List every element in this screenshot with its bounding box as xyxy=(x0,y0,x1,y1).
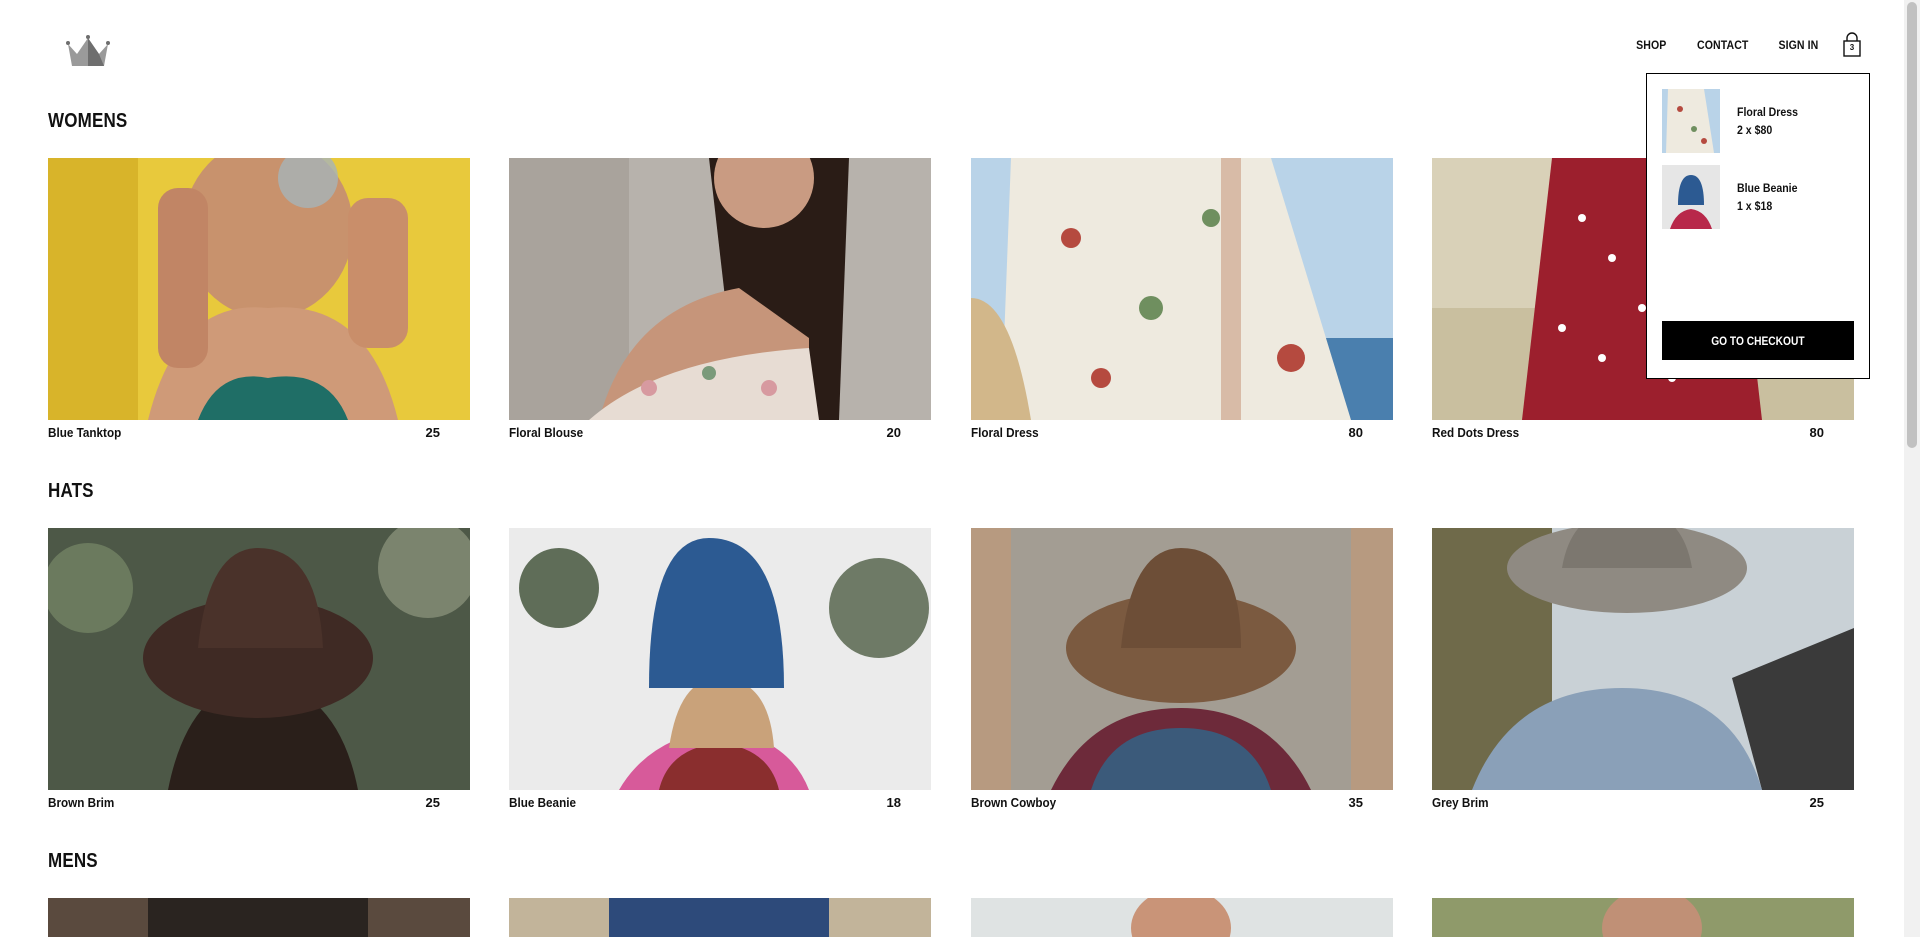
product-card[interactable] xyxy=(971,898,1393,937)
section-title-hats[interactable]: HATS xyxy=(48,480,94,503)
product-image[interactable] xyxy=(48,158,470,420)
product-price: 18 xyxy=(886,795,901,810)
page-scrollbar[interactable] xyxy=(1904,0,1920,937)
product-price: 80 xyxy=(1348,425,1363,440)
product-price: 35 xyxy=(1348,795,1363,810)
product-price: 25 xyxy=(425,795,440,810)
product-name: Brown Brim xyxy=(48,795,115,810)
crown-logo-icon[interactable] xyxy=(66,34,110,70)
header: SHOP CONTACT SIGN IN 3 xyxy=(0,0,1904,105)
product-name: Red Dots Dress xyxy=(1432,425,1520,440)
cart-count-badge: 3 xyxy=(1849,43,1855,52)
checkout-button-label: GO TO CHECKOUT xyxy=(1711,333,1805,348)
cart-item-quantity: 1 x $18 xyxy=(1737,199,1773,213)
product-price: 20 xyxy=(886,425,901,440)
product-price: 80 xyxy=(1809,425,1824,440)
product-name: Blue Tanktop xyxy=(48,425,122,440)
product-image[interactable] xyxy=(48,898,470,937)
product-card[interactable] xyxy=(509,898,931,937)
product-name: Floral Blouse xyxy=(509,425,584,440)
product-name: Blue Beanie xyxy=(509,795,576,810)
cart-item-image xyxy=(1662,89,1720,153)
cart-item: Blue Beanie 1 x $18 xyxy=(1662,165,1862,229)
go-to-checkout-button[interactable]: GO TO CHECKOUT xyxy=(1662,321,1854,360)
product-card-brown-brim[interactable]: Brown Brim 25 xyxy=(48,528,470,810)
cart-item-name: Blue Beanie xyxy=(1737,181,1798,195)
product-name: Grey Brim xyxy=(1432,795,1489,810)
product-name: Brown Cowboy xyxy=(971,795,1057,810)
product-image[interactable] xyxy=(48,528,470,790)
nav-sign-in-link[interactable]: SIGN IN xyxy=(1778,38,1818,52)
product-image[interactable] xyxy=(971,528,1393,790)
section-title-mens[interactable]: MENS xyxy=(48,850,98,873)
cart-item: Floral Dress 2 x $80 xyxy=(1662,89,1862,153)
product-image[interactable] xyxy=(509,528,931,790)
product-image[interactable] xyxy=(509,898,931,937)
product-card-blue-beanie[interactable]: Blue Beanie 18 xyxy=(509,528,931,810)
product-card[interactable] xyxy=(1432,898,1854,937)
product-card[interactable] xyxy=(48,898,470,937)
product-price: 25 xyxy=(425,425,440,440)
product-card-floral-dress[interactable]: Floral Dress 80 xyxy=(971,158,1393,440)
nav-contact-link[interactable]: CONTACT xyxy=(1697,38,1748,52)
product-image[interactable] xyxy=(1432,898,1854,937)
shopping-bag-icon[interactable]: 3 xyxy=(1840,32,1864,58)
main-nav: SHOP CONTACT SIGN IN 3 xyxy=(1608,32,1864,58)
product-card-blue-tanktop[interactable]: Blue Tanktop 25 xyxy=(48,158,470,440)
product-name: Floral Dress xyxy=(971,425,1039,440)
product-image[interactable] xyxy=(1432,528,1854,790)
product-price: 25 xyxy=(1809,795,1824,810)
cart-item-quantity: 2 x $80 xyxy=(1737,123,1773,137)
product-image[interactable] xyxy=(509,158,931,420)
nav-shop-link[interactable]: SHOP xyxy=(1636,38,1666,52)
product-image[interactable] xyxy=(971,158,1393,420)
cart-item-image xyxy=(1662,165,1720,229)
scrollbar-thumb[interactable] xyxy=(1907,2,1917,448)
product-image[interactable] xyxy=(971,898,1393,937)
product-card-grey-brim[interactable]: Grey Brim 25 xyxy=(1432,528,1854,810)
cart-item-name: Floral Dress xyxy=(1737,105,1799,119)
section-title-womens[interactable]: WOMENS xyxy=(48,110,127,133)
cart-dropdown: Floral Dress 2 x $80 Blue Beanie 1 x $18… xyxy=(1646,73,1870,379)
product-card-brown-cowboy[interactable]: Brown Cowboy 35 xyxy=(971,528,1393,810)
product-card-floral-blouse[interactable]: Floral Blouse 20 xyxy=(509,158,931,440)
